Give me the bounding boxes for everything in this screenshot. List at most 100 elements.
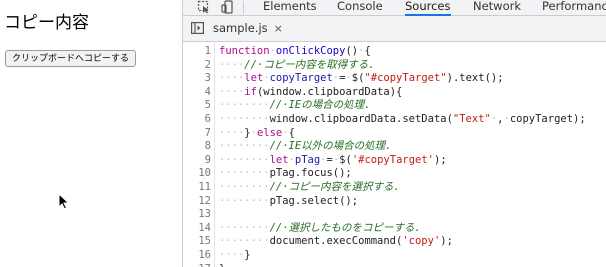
code-text: ········//·コピー内容を選択する. bbox=[219, 181, 400, 195]
line-number[interactable]: 12 bbox=[183, 195, 211, 209]
code-token: else bbox=[256, 126, 283, 139]
line-number[interactable]: 16 bbox=[183, 249, 211, 263]
code-token: pTag.focus(); bbox=[269, 167, 352, 180]
code-token: () bbox=[345, 45, 359, 57]
line-number[interactable]: 1 bbox=[183, 45, 211, 59]
editor-tab-bar: sample.js × bbox=[183, 16, 606, 42]
code-line: 3 ····let·copyTarget·=·$("#copyTarget").t… bbox=[183, 72, 606, 86]
code-token: window.clipboardData.setData( bbox=[269, 113, 453, 125]
inspect-element-icon[interactable] bbox=[197, 0, 211, 14]
line-number[interactable]: 6 bbox=[183, 113, 211, 127]
line-number[interactable]: 7 bbox=[183, 127, 211, 141]
code-token: pTag bbox=[294, 153, 321, 166]
device-toggle-icon[interactable] bbox=[221, 0, 235, 14]
code-line: 5 ········//·IEの場合の処理. bbox=[183, 99, 606, 113]
code-text: ········//·IE以外の場合の処理. bbox=[219, 140, 392, 154]
line-number[interactable]: 10 bbox=[183, 167, 211, 181]
mouse-cursor-icon bbox=[58, 193, 70, 210]
code-line: 11 ········//·コピー内容を選択する. bbox=[183, 181, 606, 195]
code-line: 10 ········pTag.focus(); bbox=[183, 167, 606, 181]
line-number[interactable]: 5 bbox=[183, 99, 211, 113]
devtools-panel: Elements Console Sources Network Perform… bbox=[182, 0, 606, 267]
code-text: ····if(window.clipboardData){ bbox=[219, 86, 402, 100]
code-token: onClickCopy bbox=[275, 45, 346, 57]
code-token: ···· bbox=[219, 58, 245, 71]
code-token: copyTarget bbox=[269, 72, 333, 85]
code-token: "#copyTarget" bbox=[364, 72, 447, 85]
code-token: function bbox=[219, 45, 270, 57]
code-line: 8 ········//·IE以外の場合の処理. bbox=[183, 140, 606, 154]
code-text: function·onClickCopy()·{ bbox=[219, 45, 371, 59]
code-token: pTag.select(); bbox=[269, 194, 359, 207]
code-text: ····let·copyTarget·=·$("#copyTarget").te… bbox=[219, 72, 504, 86]
code-text: ········let·pTag·=·$('#copyTarget'); bbox=[219, 154, 447, 168]
code-token: ········ bbox=[219, 140, 270, 153]
code-token: if bbox=[244, 85, 257, 98]
code-token: ········ bbox=[219, 181, 270, 193]
code-line: 14 ········//·選択したものをコピーする. bbox=[183, 222, 606, 236]
code-line: 7 ····}·else·{ bbox=[183, 127, 606, 141]
code-line: 16 ····} bbox=[183, 249, 606, 263]
close-icon[interactable]: × bbox=[274, 22, 283, 35]
code-line: 6 ········window.clipboardData.setData("T… bbox=[183, 113, 606, 127]
tab-network[interactable]: Network bbox=[473, 0, 521, 14]
code-line: 1 function·onClickCopy()·{ bbox=[183, 45, 606, 59]
code-token: let bbox=[244, 72, 264, 85]
code-token: //·コピー内容を選択する. bbox=[269, 181, 400, 193]
code-token: (window.clipboardData){ bbox=[256, 85, 403, 98]
code-text: ········//·IEの場合の処理. bbox=[219, 99, 371, 113]
code-token: '#copyTarget' bbox=[351, 153, 434, 166]
code-line: 13 bbox=[183, 208, 606, 222]
line-number[interactable]: 14 bbox=[183, 222, 211, 236]
code-text: ····//·コピー内容を取得する. bbox=[219, 59, 375, 73]
file-tab-label: sample.js bbox=[213, 21, 268, 35]
line-number[interactable]: 13 bbox=[183, 208, 211, 222]
code-token: $( bbox=[339, 153, 352, 166]
code-token: } bbox=[219, 263, 225, 267]
line-number[interactable]: 17 bbox=[183, 263, 211, 267]
code-token: { bbox=[288, 126, 295, 139]
code-token: ········ bbox=[219, 235, 270, 248]
copy-to-clipboard-button[interactable]: クリップボードへコピーする bbox=[5, 50, 137, 67]
code-token: //·IEの場合の処理. bbox=[269, 99, 371, 112]
code-editor[interactable]: 1 function·onClickCopy()·{2 ····//·コピー内容を取… bbox=[183, 42, 606, 267]
code-token: ); bbox=[440, 235, 453, 248]
line-number[interactable]: 2 bbox=[183, 59, 211, 73]
code-token: ········ bbox=[219, 99, 270, 112]
code-token: let bbox=[269, 153, 289, 166]
line-number[interactable]: 4 bbox=[183, 86, 211, 100]
line-number[interactable]: 3 bbox=[183, 72, 211, 86]
devtools-toolbar: Elements Console Sources Network Perform… bbox=[183, 0, 606, 16]
code-token: ); bbox=[434, 153, 447, 166]
code-token: document.execCommand( bbox=[269, 235, 403, 248]
code-token: ···· bbox=[219, 85, 245, 98]
tab-console[interactable]: Console bbox=[337, 0, 383, 14]
line-number[interactable]: 15 bbox=[183, 235, 211, 249]
code-token: //·選択したものをコピーする. bbox=[269, 221, 421, 234]
code-token: { bbox=[364, 45, 371, 57]
line-number[interactable]: 9 bbox=[183, 154, 211, 168]
code-token: ········ bbox=[219, 153, 270, 166]
line-number[interactable]: 11 bbox=[183, 181, 211, 195]
code-text: ········//·選択したものをコピーする. bbox=[219, 222, 421, 236]
code-text: ····} bbox=[219, 249, 251, 263]
code-token: ···· bbox=[219, 72, 245, 85]
file-tab-sample-js[interactable]: sample.js × bbox=[213, 16, 283, 41]
tab-sources[interactable]: Sources bbox=[405, 0, 451, 16]
code-token: copyTarget); bbox=[509, 113, 586, 125]
code-token: ).text(); bbox=[446, 72, 504, 85]
line-number[interactable]: 8 bbox=[183, 140, 211, 154]
toolbar-separator bbox=[243, 1, 244, 14]
code-token: //·コピー内容を取得する. bbox=[244, 58, 375, 71]
code-text: ········pTag.focus(); bbox=[219, 167, 352, 181]
code-line: 9 ········let·pTag·=·$('#copyTarget'); bbox=[183, 154, 606, 168]
code-text: ········document.execCommand('copy'); bbox=[219, 235, 453, 249]
tab-elements[interactable]: Elements bbox=[263, 0, 317, 14]
code-text: ····}·else·{ bbox=[219, 127, 295, 141]
code-token: //·IE以外の場合の処理. bbox=[269, 140, 392, 153]
toggle-navigator-icon[interactable] bbox=[191, 22, 204, 34]
code-text: } bbox=[219, 263, 225, 267]
code-token: 'copy' bbox=[402, 235, 441, 248]
code-token: ········ bbox=[219, 221, 270, 234]
tab-performance[interactable]: Performance bbox=[542, 0, 606, 14]
